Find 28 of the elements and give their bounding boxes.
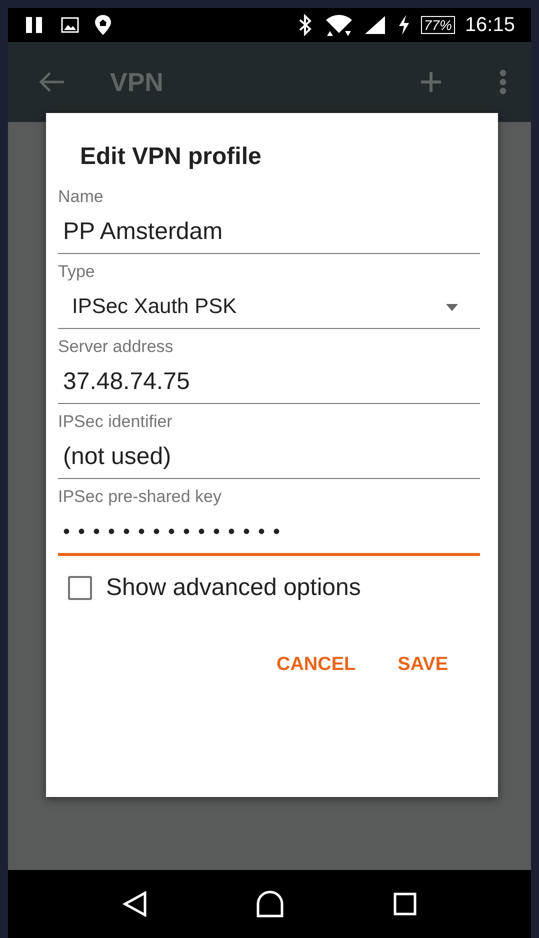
password-field[interactable]: •••••••••••••••	[58, 507, 480, 556]
dropdown-caret-icon	[446, 304, 458, 310]
field-label: IPSec pre-shared key	[58, 487, 222, 507]
dialog-title: Edit VPN profile	[80, 143, 262, 171]
wifi-icon	[324, 13, 353, 37]
signal-icon	[362, 14, 387, 36]
app-bar-title: VPN	[110, 66, 164, 98]
image-icon	[60, 15, 80, 35]
location-pin-icon	[94, 14, 112, 36]
back-icon[interactable]	[122, 890, 148, 918]
recents-icon[interactable]	[393, 892, 418, 916]
charging-icon	[396, 14, 411, 36]
input-field[interactable]: (not used)	[58, 432, 480, 479]
clock-time: 16:15	[464, 14, 515, 36]
more-icon[interactable]	[499, 69, 507, 95]
add-icon[interactable]	[419, 70, 443, 94]
input-field[interactable]: 37.48.74.75	[58, 357, 480, 404]
checkbox-label: Show advanced options	[106, 574, 361, 602]
checkbox[interactable]	[68, 576, 92, 600]
field-label: Server address	[58, 337, 174, 357]
input-field[interactable]: PP Amsterdam	[58, 207, 480, 254]
field-label: IPSec identifier	[58, 412, 174, 432]
field-label: Name	[58, 187, 104, 207]
back-arrow-icon[interactable]	[38, 70, 66, 94]
field-label: Type	[58, 262, 96, 282]
battery-indicator: 77%	[420, 16, 455, 34]
type-dropdown[interactable]: IPSec Xauth PSK	[58, 282, 480, 329]
home-icon[interactable]	[255, 890, 286, 918]
